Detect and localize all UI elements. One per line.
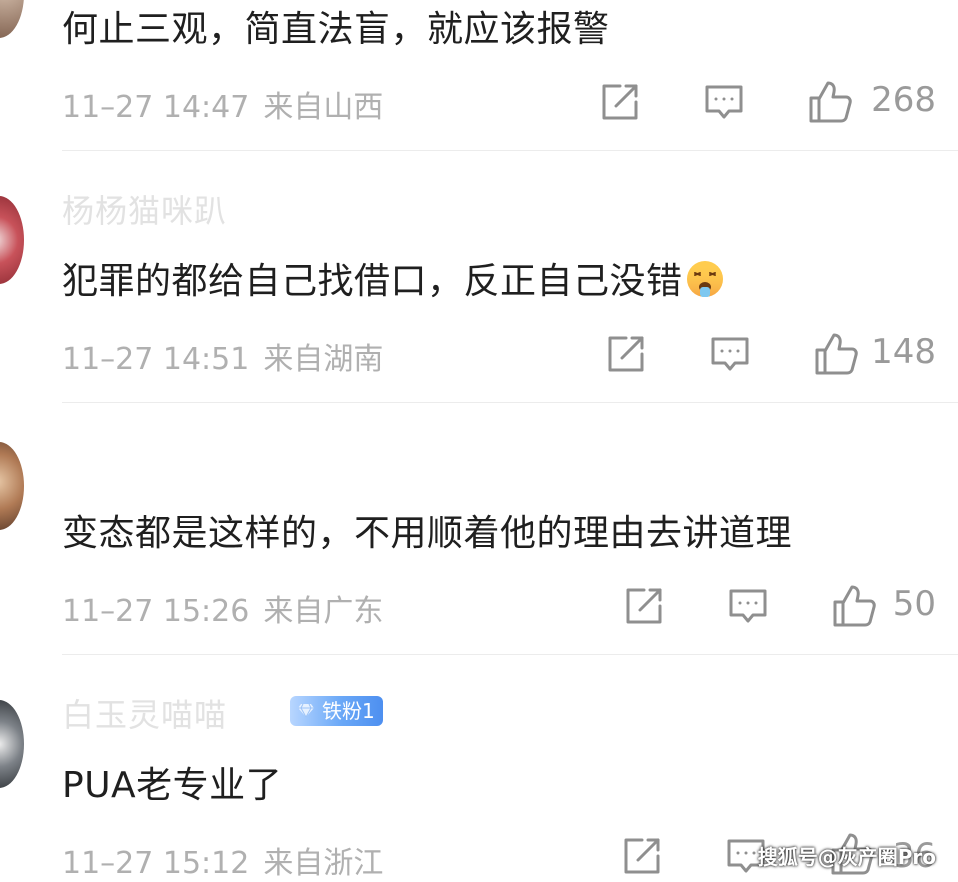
thumbs-up-icon[interactable]	[806, 78, 854, 126]
avatar[interactable]	[0, 442, 24, 530]
like-count: 50	[892, 584, 936, 624]
comment-text: 何止三观，简直法盲，就应该报警	[62, 9, 610, 50]
fan-level-badge: 铁粉1	[290, 696, 383, 726]
avatar[interactable]	[0, 0, 24, 38]
comment-text: 变态都是这样的，不用顺着他的理由去讲道理	[62, 513, 793, 554]
divider	[62, 402, 958, 403]
comment-location: 来自湖南	[263, 342, 384, 377]
comment-icon[interactable]	[726, 584, 770, 628]
thumbs-up-icon[interactable]	[812, 330, 860, 378]
dizzy-hot-face-emoji	[686, 261, 723, 297]
watermark: 搜狐号@灰产圈Pro	[757, 845, 936, 869]
share-icon[interactable]	[604, 332, 648, 376]
like-count: 148	[871, 332, 936, 372]
diamond-icon	[298, 703, 314, 718]
share-icon[interactable]	[598, 80, 642, 124]
comment-time: 11–27 15:26	[62, 594, 250, 629]
avatar[interactable]	[0, 196, 24, 284]
comment-time: 11–27 14:47	[62, 90, 250, 125]
share-icon[interactable]	[620, 834, 664, 878]
badge-label: 铁粉1	[322, 699, 375, 723]
comment-icon[interactable]	[702, 80, 746, 124]
comment-location: 来自广东	[263, 594, 384, 629]
comment-time: 11–27 14:51	[62, 342, 250, 377]
comment-text: PUA老专业了	[62, 765, 283, 806]
divider	[62, 150, 958, 151]
comment-username[interactable]: 杨杨猫咪趴	[62, 186, 227, 232]
divider	[62, 654, 958, 655]
comment-location: 来自浙江	[263, 846, 384, 881]
comment-meta: 11–27 14:51 来自湖南	[62, 334, 383, 378]
avatar[interactable]	[0, 700, 24, 788]
comment-location: 来自山西	[263, 90, 384, 125]
comment-meta: 11–27 15:12 来自浙江	[62, 838, 383, 882]
comment-icon[interactable]	[708, 332, 752, 376]
thumbs-up-icon[interactable]	[830, 582, 878, 630]
comment-username[interactable]: 白玉灵喵喵	[62, 690, 227, 736]
comment-text: 犯罪的都给自己找借口，反正自己没错	[62, 252, 725, 304]
comment-text-body: 犯罪的都给自己找借口，反正自己没错	[62, 261, 683, 302]
comment-time: 11–27 15:12	[62, 846, 250, 881]
share-icon[interactable]	[622, 584, 666, 628]
comment-meta: 11–27 14:47 来自山西	[62, 82, 383, 126]
like-count: 268	[871, 80, 936, 120]
comment-meta: 11–27 15:26 来自广东	[62, 586, 383, 630]
